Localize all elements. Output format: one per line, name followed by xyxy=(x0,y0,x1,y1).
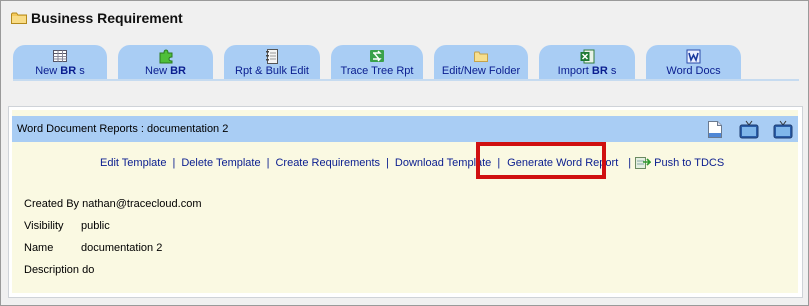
panel-body: Word Document Reports : documentation 2 … xyxy=(12,110,798,293)
tab-label: Trace Tree Rpt xyxy=(340,65,414,77)
edit-template-link[interactable]: Edit Template xyxy=(100,157,166,169)
tab-word-docs[interactable]: Word Docs xyxy=(646,45,741,79)
document-icon[interactable] xyxy=(704,119,726,139)
tab-new-brs[interactable]: New BR s xyxy=(13,45,107,79)
name-label: Name xyxy=(24,242,54,254)
folder-icon xyxy=(473,48,489,64)
tab-label: Word Docs xyxy=(666,65,721,77)
tab-import-brs[interactable]: Import BR s xyxy=(539,45,635,79)
window-frame: Business Requirement New BR s New BR Rpt… xyxy=(0,0,809,306)
tab-label: Edit/New Folder xyxy=(441,65,521,77)
puzzle-icon xyxy=(158,48,174,64)
word-icon xyxy=(686,48,702,64)
separator: | xyxy=(266,157,270,169)
visibility-row: Visibility public xyxy=(24,220,110,234)
toolbar-tabs: New BR s New BR Rpt & Bulk Edit Trace Tr… xyxy=(13,45,752,79)
description-label: Description xyxy=(24,264,80,276)
delete-template-link[interactable]: Delete Template xyxy=(181,157,260,169)
page-title: Business Requirement xyxy=(31,10,183,26)
tv-icon[interactable] xyxy=(772,119,794,139)
created-by-row: Created By nathan@tracecloud.com xyxy=(24,198,202,212)
page-header: Business Requirement xyxy=(11,8,183,28)
tab-trace-tree-rpt[interactable]: Trace Tree Rpt xyxy=(331,45,423,79)
panel-bar-icons xyxy=(692,119,794,139)
tab-label: Import BR s xyxy=(557,65,617,77)
separator: | xyxy=(386,157,389,169)
push-to-tdcs-link[interactable]: Push to TDCS xyxy=(654,157,724,169)
tab-rpt-bulk-edit[interactable]: Rpt & Bulk Edit xyxy=(224,45,320,79)
created-by-label: Created By xyxy=(24,198,80,210)
tv-icon[interactable] xyxy=(738,119,760,139)
name-row: Name documentation 2 xyxy=(24,242,162,256)
highlight-box xyxy=(476,142,606,179)
visibility-label: Visibility xyxy=(24,220,64,232)
panel-header-bar: Word Document Reports : documentation 2 xyxy=(12,116,798,142)
template-actions: Edit Template | Delete Template | Create… xyxy=(100,156,724,170)
tab-edit-new-folder[interactable]: Edit/New Folder xyxy=(434,45,528,79)
notebook-icon xyxy=(264,48,280,64)
tab-new-br[interactable]: New BR xyxy=(118,45,213,79)
excel-icon xyxy=(579,48,595,64)
separator: | xyxy=(628,157,632,169)
tabs-divider xyxy=(13,79,799,81)
separator: | xyxy=(172,157,176,169)
create-requirements-link[interactable]: Create Requirements xyxy=(275,157,380,169)
panel-title: Word Document Reports : documentation 2 xyxy=(17,123,229,135)
description-value: do xyxy=(82,264,95,276)
description-row: Description do xyxy=(24,264,94,278)
tab-label: New BR xyxy=(145,65,186,77)
visibility-value: public xyxy=(81,220,110,232)
folder-icon xyxy=(11,12,27,24)
push-icon[interactable] xyxy=(635,156,653,170)
word-reports-panel: Word Document Reports : documentation 2 … xyxy=(8,106,803,298)
tab-label: Rpt & Bulk Edit xyxy=(235,65,309,77)
table-icon xyxy=(52,48,68,64)
trace-tree-icon xyxy=(369,48,385,64)
name-value: documentation 2 xyxy=(81,242,163,254)
created-by-value: nathan@tracecloud.com xyxy=(82,198,202,210)
tab-label: New BR s xyxy=(35,65,85,77)
